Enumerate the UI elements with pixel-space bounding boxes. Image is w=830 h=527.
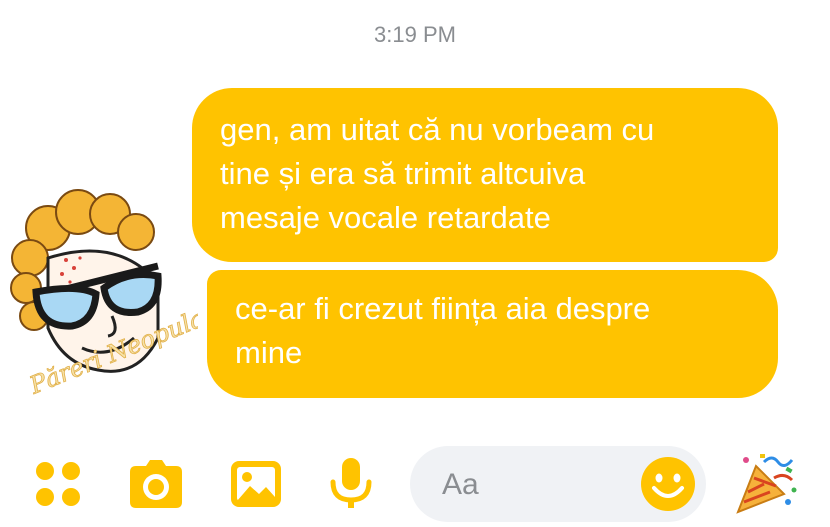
gallery-button[interactable] bbox=[228, 458, 284, 510]
party-reaction-button[interactable] bbox=[734, 450, 800, 516]
cartoon-avatar-sticker-icon: Păreri Neopulare bbox=[10, 189, 232, 400]
message-bubble[interactable]: gen, am uitat că nu vorbeam cu tine și e… bbox=[192, 88, 778, 262]
smiley-icon bbox=[641, 457, 695, 511]
message-line: ce-ar fi crezut ființa aia despre bbox=[235, 291, 651, 326]
gallery-icon bbox=[231, 461, 281, 507]
microphone-icon bbox=[330, 458, 372, 508]
apps-grid-icon bbox=[36, 462, 80, 506]
camera-icon bbox=[130, 460, 182, 508]
party-popper-icon bbox=[736, 454, 797, 514]
camera-button[interactable] bbox=[128, 458, 184, 510]
sticker-avatar[interactable]: Păreri Neopulare bbox=[8, 188, 232, 410]
message-line: tine și era să trimit altcuiva bbox=[220, 156, 586, 191]
message-line: mesaje vocale retardate bbox=[220, 200, 551, 235]
message-input[interactable]: Aa bbox=[410, 446, 706, 522]
message-line: gen, am uitat că nu vorbeam cu bbox=[220, 112, 655, 147]
message-timestamp: 3:19 PM bbox=[374, 22, 456, 47]
message-bubble[interactable]: ce-ar fi crezut ființa aia despre mine bbox=[207, 270, 778, 398]
message-input-placeholder: Aa bbox=[442, 468, 479, 501]
voice-message-button[interactable] bbox=[323, 458, 379, 510]
apps-button[interactable] bbox=[30, 458, 86, 510]
emoji-button[interactable] bbox=[640, 456, 696, 512]
message-line: mine bbox=[235, 335, 303, 370]
